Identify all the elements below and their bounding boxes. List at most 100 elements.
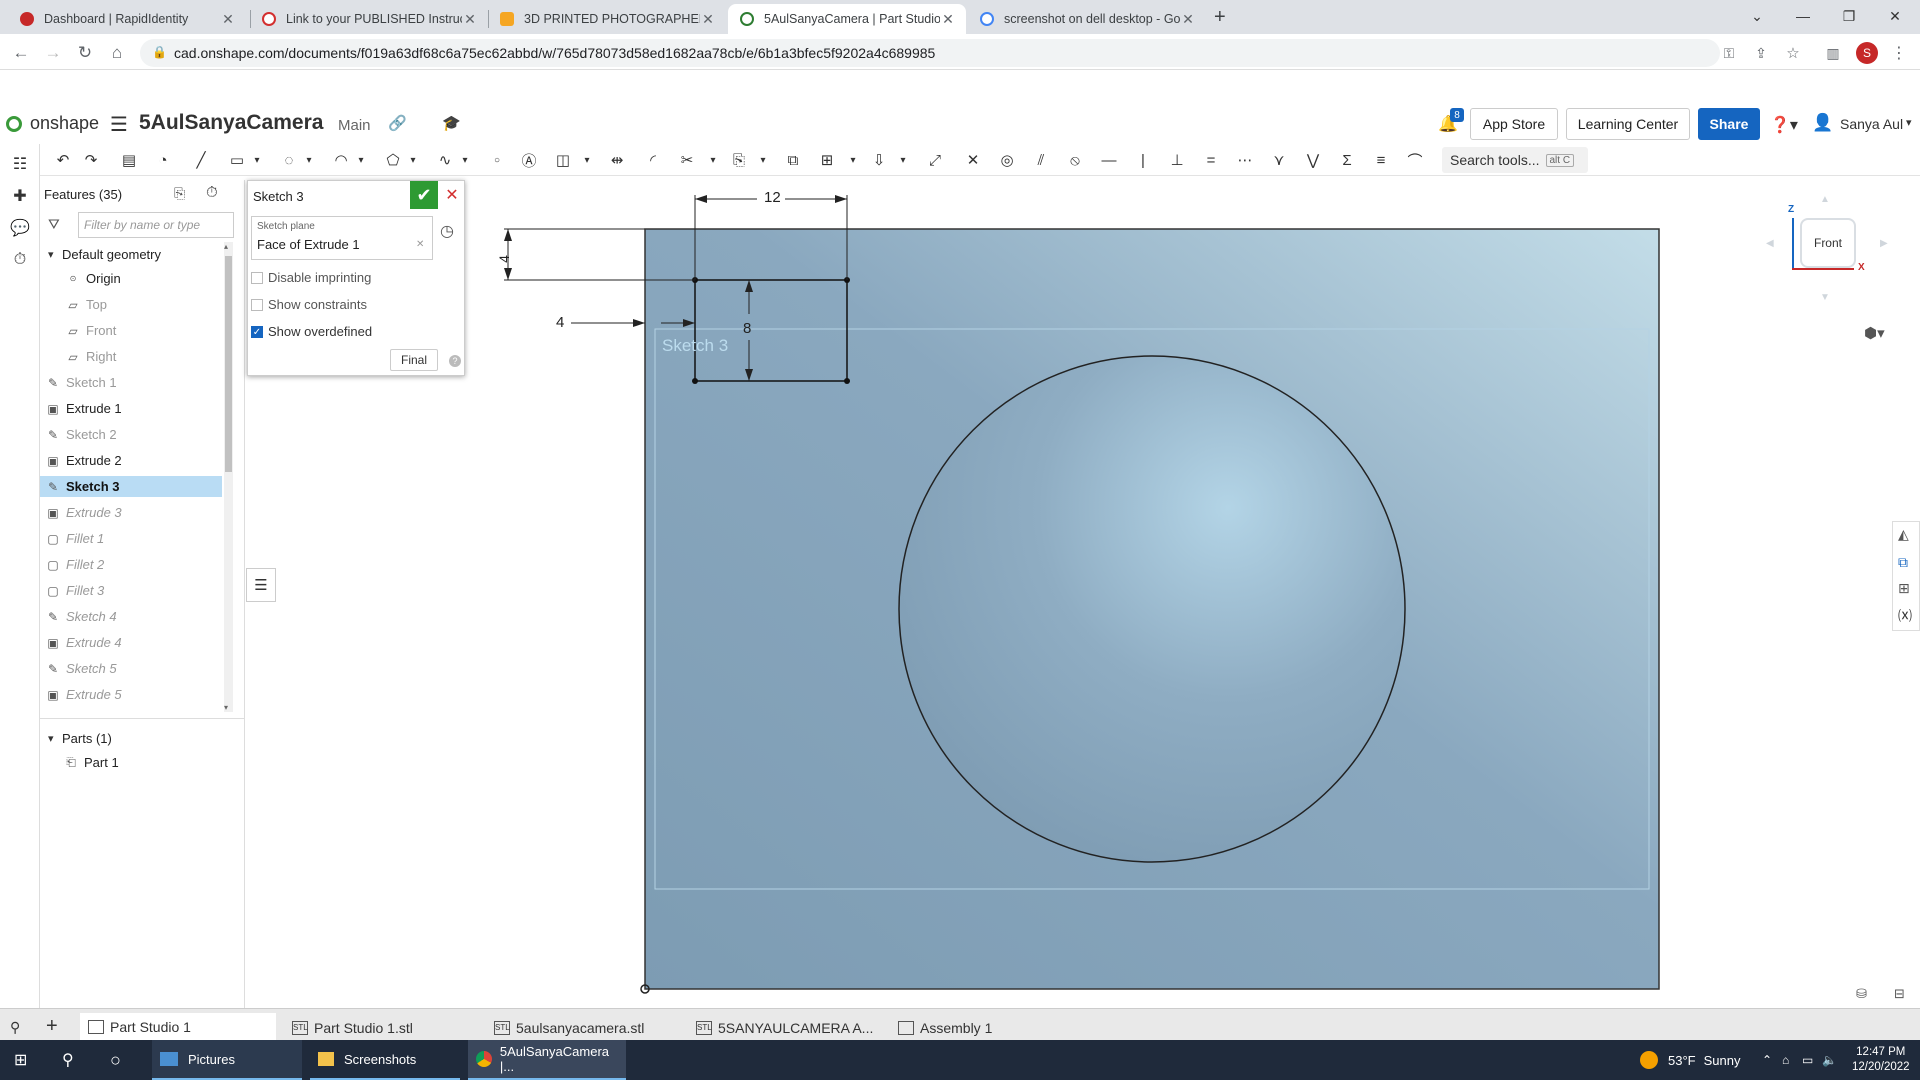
taskbar-search-icon[interactable]: ⚲	[62, 1040, 74, 1080]
show-overdefined-option[interactable]: ✓ Show overdefined	[251, 324, 372, 339]
vertical-constraint-icon[interactable]: |	[1132, 148, 1154, 172]
feature-item-extrude-2[interactable]: ▣ Extrude 2	[40, 450, 222, 471]
arc-tool-icon[interactable]: ◠	[330, 148, 352, 172]
fix-constraint-icon[interactable]: ⋁	[1302, 148, 1324, 172]
windows-start-icon[interactable]: ⊞	[14, 1040, 27, 1080]
tab-5aulsanyacamera-stl[interactable]: STL 5aulsanyacamera.stl	[486, 1013, 682, 1043]
trim-tool-icon[interactable]: ✂	[676, 148, 698, 172]
use-tool-icon[interactable]: ⎘	[728, 148, 750, 172]
pattern-dropdown-icon[interactable]: ▾	[842, 148, 864, 172]
feature-item-sketch-5[interactable]: ✎ Sketch 5	[40, 658, 222, 679]
restore-icon[interactable]: ❐	[1826, 0, 1872, 32]
close-window-icon[interactable]: ✕	[1872, 0, 1918, 32]
taskbar-clock[interactable]: 12:47 PM 12/20/2022	[1852, 1040, 1910, 1080]
feature-item-extrude-5[interactable]: ▣ Extrude 5	[40, 684, 222, 705]
fillet-tool-icon[interactable]: ◜	[642, 148, 664, 172]
line-tool-icon[interactable]: ╱	[190, 148, 212, 172]
default-geometry-chevron-icon[interactable]: ▾	[48, 248, 54, 261]
share-page-icon[interactable]: ⇪	[1748, 40, 1774, 66]
show-constraints-option[interactable]: Show constraints	[251, 297, 367, 312]
profile-avatar[interactable]: S	[1856, 42, 1878, 64]
measure-tool-icon[interactable]: ⊟	[1894, 986, 1905, 1002]
tangent-constraint-icon[interactable]: ⦸	[1064, 148, 1086, 172]
rectangle-tool-icon[interactable]: ▭	[226, 148, 248, 172]
browser-tab[interactable]: Dashboard | RapidIdentity ✕	[8, 4, 246, 34]
parallel-constraint-icon[interactable]: ⫽	[1030, 148, 1052, 172]
comments-icon[interactable]: 💬	[8, 216, 32, 240]
user-menu-chevron-icon[interactable]: ▾	[1906, 116, 1912, 129]
feature-item-sketch-4[interactable]: ✎ Sketch 4	[40, 606, 222, 627]
user-name[interactable]: Sanya Aul	[1840, 116, 1903, 132]
feature-icon[interactable]: ◔	[152, 148, 174, 172]
circle-tool-icon[interactable]: ◌	[278, 148, 300, 172]
tab-part-studio-1-stl[interactable]: STL Part Studio 1.stl	[284, 1013, 480, 1043]
scroll-down-icon[interactable]: ▾	[224, 703, 228, 712]
model-canvas[interactable]	[246, 176, 1920, 1012]
rotate-right-arrow-icon[interactable]: ▶	[1880, 238, 1888, 249]
close-tab-icon[interactable]: ✕	[940, 11, 956, 28]
variables-panel-icon[interactable]: ⒳	[1898, 606, 1912, 626]
search-tools-input[interactable]: Search tools... alt C	[1442, 147, 1588, 173]
close-tab-icon[interactable]: ✕	[1180, 11, 1196, 28]
scroll-up-icon[interactable]: ▴	[224, 242, 228, 251]
pattern-tool-icon[interactable]: ⊞	[816, 148, 838, 172]
final-button[interactable]: Final	[390, 349, 438, 371]
rollback-timer-icon[interactable]: ⏱	[206, 184, 218, 201]
browser-tab-active[interactable]: 5AulSanyaCamera | Part Studio 1 ✕	[728, 4, 966, 34]
show-constraints-checkbox[interactable]	[251, 298, 263, 311]
dim-value-width[interactable]: 12	[762, 189, 783, 206]
minimize-icon[interactable]: —	[1780, 0, 1826, 32]
tab-search-chevron-icon[interactable]: ⌄	[1734, 0, 1780, 32]
coincident-constraint-icon[interactable]: ✕	[962, 148, 984, 172]
view-options-cube-icon[interactable]: ⬢▾	[1864, 324, 1885, 342]
feature-list-icon[interactable]: ☷	[8, 152, 32, 176]
feature-item-fillet-1[interactable]: ▢ Fillet 1	[40, 528, 222, 549]
graphics-viewport[interactable]: 12 8 4 4 Sketch 3 Front Z X ▲ ▼ ◀ ▶ ⬢▾ ◭…	[246, 176, 1920, 1012]
view-cube-front-face[interactable]: Front	[1800, 218, 1856, 268]
text-tool-icon[interactable]: Ⓐ	[518, 148, 540, 172]
mirror-tool-icon[interactable]: ⧉	[782, 148, 804, 172]
taskbar-pictures[interactable]: Pictures	[152, 1040, 302, 1080]
symmetric-constraint-icon[interactable]: Σ	[1336, 148, 1358, 172]
default-geometry-header[interactable]: Default geometry	[62, 247, 161, 262]
dim-value-top[interactable]: 4	[496, 255, 512, 263]
insert-tab-plus-icon[interactable]: +	[46, 1015, 58, 1038]
address-bar[interactable]: 🔒 cad.onshape.com/documents/f019a63df68c…	[140, 39, 1720, 67]
concentric-constraint-icon[interactable]: ◎	[996, 148, 1018, 172]
branch-label[interactable]: Main	[338, 117, 371, 134]
feature-item-extrude-4[interactable]: ▣ Extrude 4	[40, 632, 222, 653]
insert-icon[interactable]: ✚	[8, 184, 32, 208]
cortana-icon[interactable]: ○	[110, 1040, 121, 1080]
appearance-panel-icon[interactable]: ◭	[1898, 526, 1909, 543]
point-tool-icon[interactable]: ○	[486, 148, 508, 172]
dxf-dropdown-icon[interactable]: ▾	[892, 148, 914, 172]
tab-assembly-1[interactable]: Assembly 1	[890, 1013, 1086, 1043]
trim-dropdown-icon[interactable]: ▾	[702, 148, 724, 172]
document-title[interactable]: 5AulSanyaCamera	[139, 111, 323, 135]
equal-constraint-icon[interactable]: =	[1200, 148, 1222, 172]
undo-icon[interactable]: ↶	[52, 148, 74, 172]
feature-item-sketch-2[interactable]: ✎ Sketch 2	[40, 424, 222, 445]
view-cube[interactable]: Front Z X ▲ ▼ ◀ ▶	[1766, 194, 1888, 304]
document-menu-icon[interactable]: ☰	[110, 112, 128, 137]
network-icon[interactable]: ⌂	[1782, 1040, 1789, 1080]
sketch-plane-field[interactable]: Sketch plane Face of Extrude 1 ✕	[251, 216, 433, 260]
perpendicular-constraint-icon[interactable]: ⊥	[1166, 148, 1188, 172]
rectangle-dropdown-icon[interactable]: ▾	[246, 148, 268, 172]
reload-icon[interactable]: ↻	[72, 40, 98, 66]
use-dropdown-icon[interactable]: ▾	[752, 148, 774, 172]
back-icon[interactable]: ←	[8, 40, 34, 66]
feature-item-extrude-3[interactable]: ▣ Extrude 3	[40, 502, 222, 523]
arc-dropdown-icon[interactable]: ▾	[350, 148, 372, 172]
feature-list-scrollbar[interactable]: ▴ ▾	[224, 242, 233, 712]
midpoint-constraint-icon[interactable]: ⋯	[1234, 148, 1256, 172]
taskbar-chrome[interactable]: 5AulSanyaCamera |...	[468, 1040, 626, 1080]
graphics-settings-icon[interactable]: ⛁	[1856, 986, 1867, 1002]
sketch-circle[interactable]	[898, 355, 1406, 863]
learning-cap-icon[interactable]: 🎓	[442, 114, 461, 132]
feature-item-front[interactable]: ▱ Front	[40, 320, 222, 341]
sketch-history-clock-icon[interactable]: ◷	[440, 221, 454, 241]
close-tab-icon[interactable]: ✕	[700, 11, 716, 28]
tab-part-studio-1[interactable]: Part Studio 1	[80, 1013, 276, 1043]
sketch-icon[interactable]: ▤	[118, 148, 140, 172]
